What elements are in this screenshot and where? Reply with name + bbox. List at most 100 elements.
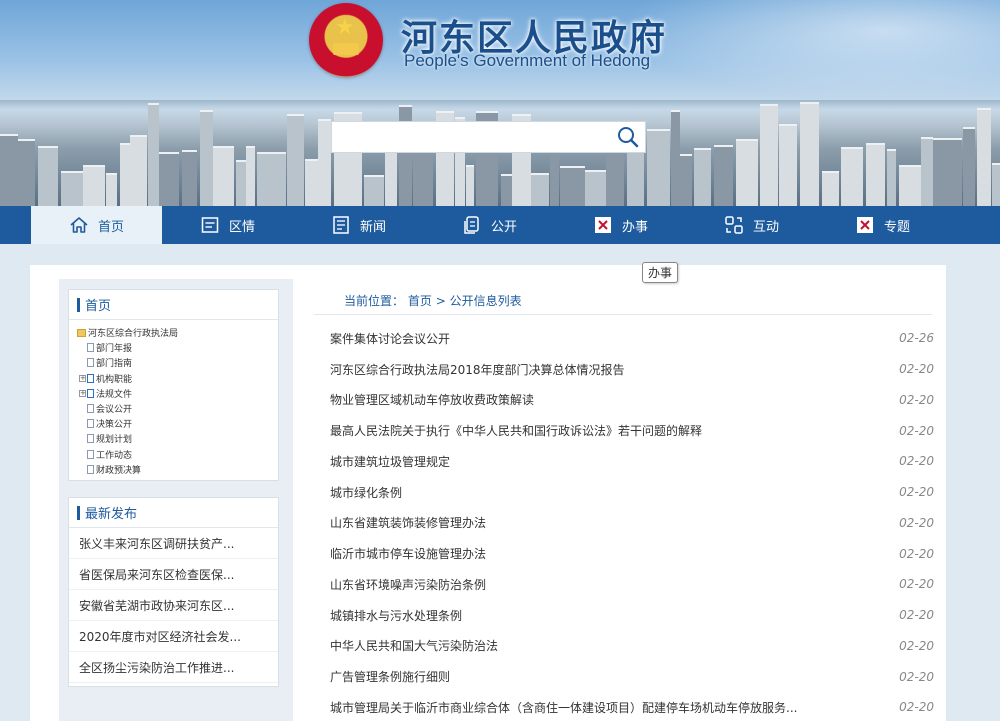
article-title-link[interactable]: 最高人民法院关于执行《中华人民共和国行政诉讼法》若干问题的解释 [330,422,702,439]
document-icon [87,373,94,383]
list-item[interactable]: 山东省环境噪声污染防治条例 02-20 [330,569,934,600]
folder-icon [77,328,86,337]
latest-news-item[interactable]: 张义丰来河东区调研扶贫产... [69,528,278,559]
search-icon[interactable] [615,125,641,149]
document-icon [87,404,94,414]
article-title-link[interactable]: 城市绿化条例 [330,484,402,501]
nav-item-home[interactable]: 首页 [31,206,162,244]
news-icon [331,215,351,235]
latest-news-item[interactable]: 全区扬尘污染防治工作推进... [69,652,278,683]
interact-icon [724,215,744,235]
list-item[interactable]: 城镇排水与污水处理条例 02-20 [330,600,934,631]
list-item[interactable]: 城市绿化条例 02-20 [330,477,934,508]
national-emblem-logo: ★ [309,3,383,77]
list-item[interactable]: 中华人民共和国大气污染防治法 02-20 [330,631,934,662]
expand-icon[interactable]: + [79,374,86,382]
article-date: 02-20 [899,515,934,530]
document-icon [87,358,94,368]
document-icon [87,388,94,398]
document-icon [87,449,94,459]
article-title-link[interactable]: 城镇排水与污水处理条例 [330,607,462,624]
article-title-link[interactable]: 山东省环境噪声污染防治条例 [330,576,486,593]
latest-news-item[interactable]: 省医保局来河东区检查医保... [69,559,278,590]
latest-title: 最新发布 [69,498,278,528]
list-item[interactable]: 城市建筑垃圾管理规定 02-20 [330,446,934,477]
tree-item[interactable]: + 法规文件 [77,386,278,401]
nav-item-news[interactable]: 新闻 [293,206,424,244]
main-nav: 首页 区情 新闻 公开 办事 互动 专题 [0,206,1000,244]
list-item[interactable]: 广告管理条例施行细则 02-20 [330,661,934,692]
list-item[interactable]: 最高人民法院关于执行《中华人民共和国行政诉讼法》若干问题的解释 02-20 [330,415,934,446]
list-item[interactable]: 山东省建筑装饰装修管理办法 02-20 [330,508,934,539]
article-date: 02-20 [899,577,934,592]
category-tree-box: 首页 河东区综合行政执法局 部门年报 部门指南 + 机构职能 + 法规文件 会议公开 决策公开规… [68,289,279,481]
left-sidebar: 首页 河东区综合行政执法局 部门年报 部门指南 + 机构职能 + 法规文件 会议公开 决策公开规… [59,279,293,721]
expand-icon[interactable]: + [79,389,86,397]
latest-news-item[interactable]: 2020年度市对区经济社会发... [69,621,278,652]
article-date: 02-20 [899,608,934,623]
article-title-link[interactable]: 城市建筑垃圾管理规定 [330,453,450,470]
article-date: 02-20 [899,362,934,377]
document-icon [200,215,220,235]
sidebar-home-title[interactable]: 首页 [69,290,278,320]
breadcrumb-current-link[interactable]: 公开信息列表 [450,294,522,308]
search-input[interactable] [332,122,612,152]
divider [314,314,932,315]
article-title-link[interactable]: 中华人民共和国大气污染防治法 [330,637,498,654]
article-title-link[interactable]: 临沂市城市停车设施管理办法 [330,545,486,562]
article-title-link[interactable]: 案件集体讨论会议公开 [330,330,450,347]
tree-item[interactable]: 会议公开 [77,401,278,416]
list-item[interactable]: 城市管理局关于临沂市商业综合体（含商住一体建设项目）配建停车场机动车停放服务..… [330,692,934,721]
nav-item-interact[interactable]: 互动 [686,206,817,244]
article-date: 02-20 [899,700,934,715]
article-title-link[interactable]: 山东省建筑装饰装修管理办法 [330,514,486,531]
list-item[interactable]: 临沂市城市停车设施管理办法 02-20 [330,538,934,569]
article-date: 02-20 [899,485,934,500]
tree-item[interactable]: + 机构职能 [77,371,278,386]
tree-item[interactable]: 部门年报 [77,340,278,355]
document-icon [87,434,94,444]
article-list: 案件集体讨论会议公开 02-26 河东区综合行政执法局2018年度部门决算总体情况报… [330,323,934,721]
nav-item-overview[interactable]: 区情 [162,206,293,244]
list-item[interactable]: 河东区综合行政执法局2018年度部门决算总体情况报告 02-20 [330,354,934,385]
site-subtitle: People's Government of Hedong [404,51,651,70]
tree-item[interactable]: 财政预决算 [77,462,278,477]
home-icon [69,215,89,235]
nav-item-topics[interactable]: 专题 [817,206,948,244]
tree-item[interactable]: 规划计划 [77,431,278,446]
nav-tooltip: 办事 [642,262,679,283]
breadcrumb: 当前位置： 首页 > 公开信息列表 [344,294,522,308]
article-title-link[interactable]: 城市管理局关于临沂市商业综合体（含商住一体建设项目）配建停车场机动车停放服务..… [330,699,797,716]
document-icon [87,419,94,429]
tree-item[interactable]: 工作动态 [77,447,278,462]
tree-item[interactable]: 部门指南 [77,355,278,370]
document-icon [87,343,94,353]
article-date: 02-20 [899,392,934,407]
article-date: 02-20 [899,669,934,684]
header-banner: ★ 河东区人民政府 People's Government of Hedong [0,0,1000,206]
list-item[interactable]: 物业管理区域机动车停放收费政策解读 02-20 [330,385,934,416]
article-date: 02-20 [899,638,934,653]
list-item[interactable]: 案件集体讨论会议公开 02-26 [330,323,934,354]
tree-item[interactable]: 决策公开 [77,416,278,431]
latest-news-box: 最新发布 张义丰来河东区调研扶贫产... 省医保局来河东区检查医保... 安徽省芜湖… [68,497,279,687]
document-icon [87,464,94,474]
search-box [331,121,646,153]
article-title-link[interactable]: 河东区综合行政执法局2018年度部门决算总体情况报告 [330,361,625,378]
category-tree: 河东区综合行政执法局 部门年报 部门指南 + 机构职能 + 法规文件 会议公开 决策公开 规划计划… [69,320,278,477]
latest-news-item[interactable]: 安徽省芜湖市政协来河东区... [69,590,278,621]
latest-news-list: 张义丰来河东区调研扶贫产... 省医保局来河东区检查医保... 安徽省芜湖市政协来河… [69,528,278,683]
tree-item[interactable]: 河东区综合行政执法局 [77,325,278,340]
article-title-link[interactable]: 物业管理区域机动车停放收费政策解读 [330,391,534,408]
article-title-link[interactable]: 广告管理条例施行细则 [330,668,450,685]
nav-item-open[interactable]: 公开 [424,206,555,244]
close-box-icon [593,215,613,235]
article-date: 02-26 [899,331,934,346]
article-date: 02-20 [899,423,934,438]
copy-icon [462,215,482,235]
breadcrumb-home-link[interactable]: 首页 [408,294,432,308]
article-date: 02-20 [899,546,934,561]
nav-item-services[interactable]: 办事 [555,206,686,244]
close-box-icon [855,215,875,235]
article-date: 02-20 [899,454,934,469]
